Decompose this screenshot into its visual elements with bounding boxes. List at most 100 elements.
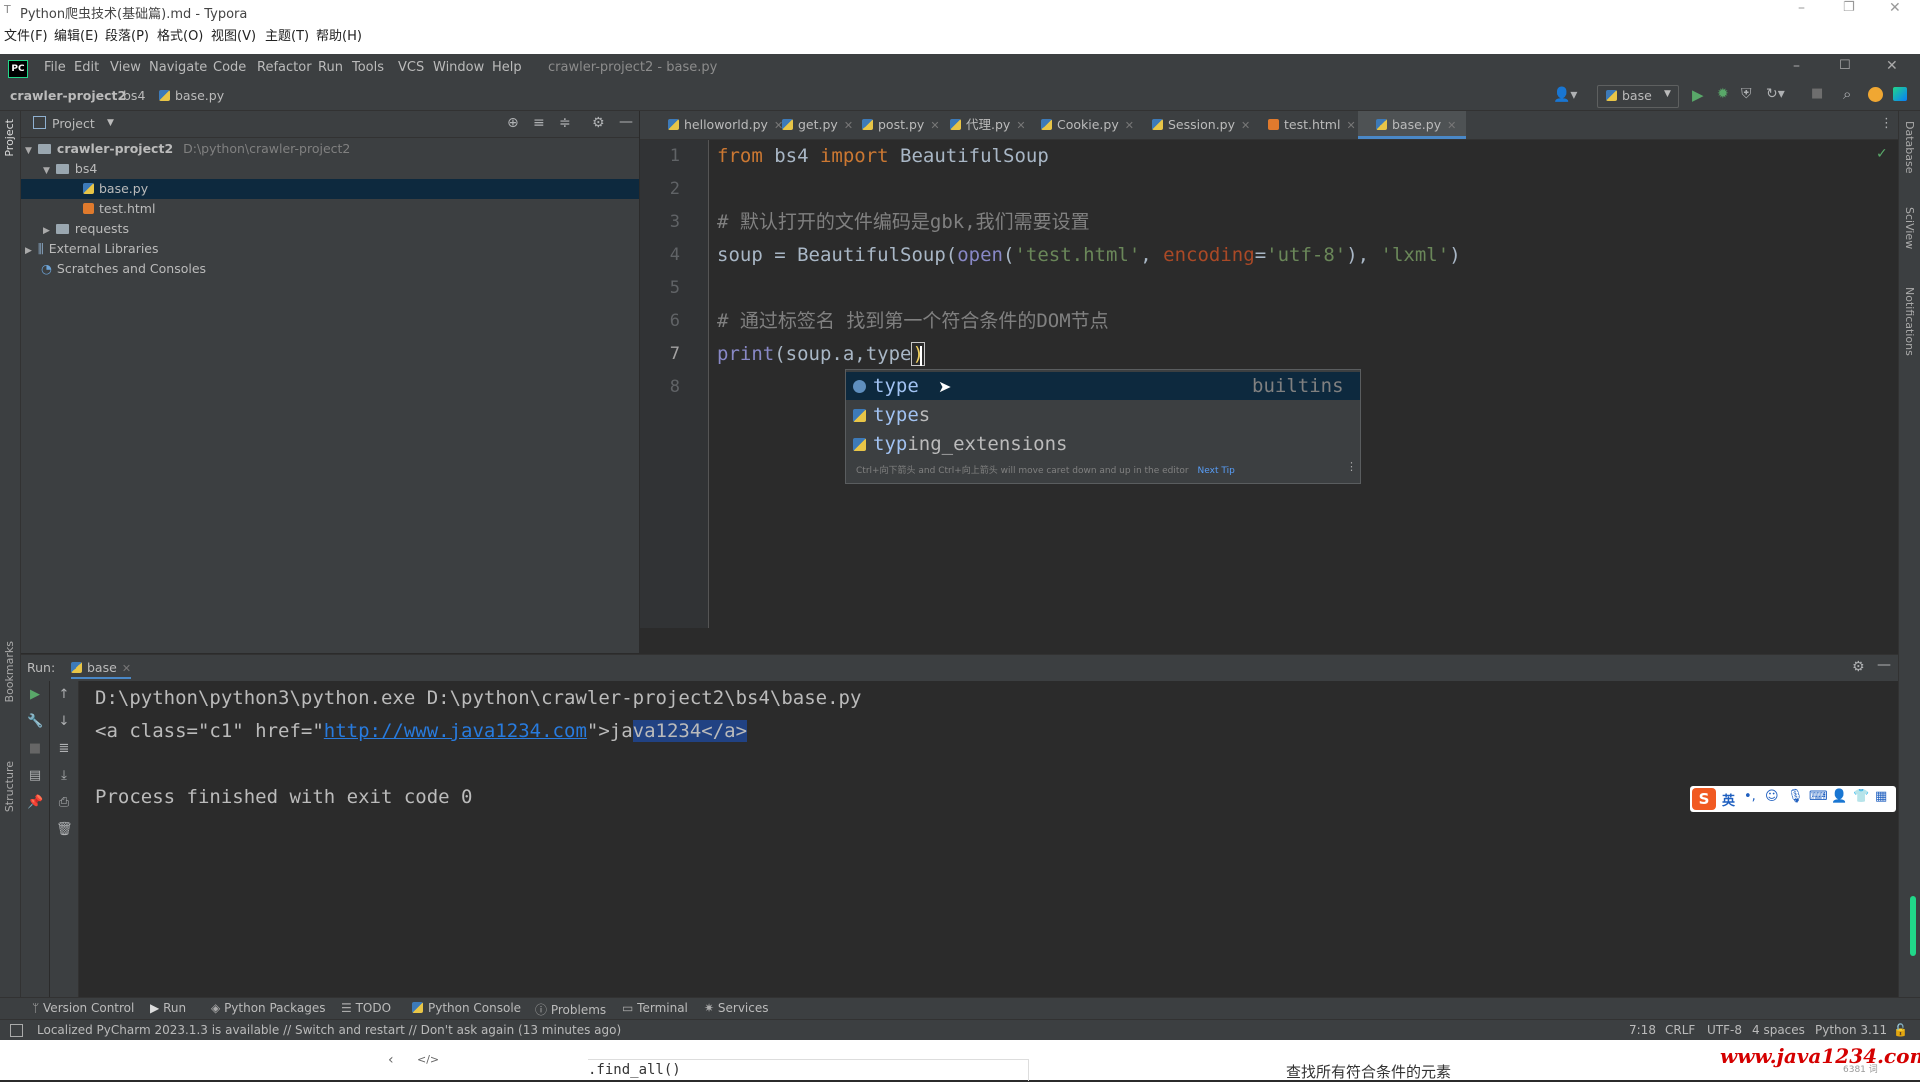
completion-item[interactable]: typing_extensions bbox=[846, 430, 1360, 458]
arrow-up-icon[interactable]: ↑ bbox=[56, 687, 72, 703]
close-icon[interactable]: ✕ bbox=[1241, 119, 1250, 132]
tab-session[interactable]: Session.py ✕ bbox=[1134, 111, 1250, 139]
menu-edit[interactable]: Edit bbox=[74, 60, 99, 75]
typora-menu-help[interactable]: 帮助(H) bbox=[316, 25, 362, 44]
chevron-down-icon[interactable]: ▼ bbox=[107, 118, 114, 128]
close-icon[interactable]: ✕ bbox=[1346, 119, 1355, 132]
close-icon[interactable]: ✕ bbox=[1447, 119, 1456, 132]
menu-tools[interactable]: Tools bbox=[352, 60, 384, 75]
hide-panel-icon[interactable]: — bbox=[1877, 657, 1891, 673]
menu-vcs[interactable]: VCS bbox=[398, 60, 424, 75]
bookmarks-tool-label[interactable]: Bookmarks bbox=[3, 641, 16, 702]
scrollbar-thumb[interactable] bbox=[1910, 896, 1916, 956]
stop-icon[interactable]: ■ bbox=[1811, 86, 1823, 101]
run-config-select[interactable]: base ▼ bbox=[1597, 85, 1679, 108]
wrench-icon[interactable]: 🔧 bbox=[27, 714, 43, 730]
gear-icon[interactable]: ⚙ bbox=[592, 115, 605, 131]
tab-base-active[interactable]: base.py ✕ bbox=[1358, 111, 1467, 139]
grid-icon[interactable]: ▦ bbox=[1875, 789, 1887, 804]
debug-icon[interactable]: ✹ bbox=[1717, 86, 1729, 102]
tab-post[interactable]: post.py ✕ bbox=[844, 111, 940, 139]
menu-code[interactable]: Code bbox=[213, 60, 246, 75]
caret-position[interactable]: 7:18 bbox=[1629, 1023, 1656, 1037]
plugin-icon[interactable] bbox=[1893, 87, 1907, 101]
file-encoding[interactable]: UTF-8 bbox=[1707, 1023, 1742, 1037]
emoji-icon[interactable]: ☺ bbox=[1765, 789, 1779, 804]
typora-menu-theme[interactable]: 主题(T) bbox=[265, 25, 309, 44]
search-icon[interactable]: ⌕ bbox=[1843, 85, 1851, 103]
trash-icon[interactable]: 🗑 bbox=[56, 822, 73, 838]
layout-icon[interactable]: ▤ bbox=[27, 768, 43, 784]
breadcrumb-folder[interactable]: bs4 bbox=[123, 88, 145, 103]
tree-item-bs4[interactable]: ▼ bs4 bbox=[43, 159, 97, 179]
tool-tab-todo[interactable]: ☰ TODO bbox=[341, 1001, 391, 1015]
tool-tab-run[interactable]: ▶ Run bbox=[150, 1001, 186, 1015]
more-tabs-icon[interactable]: ⋮ bbox=[1880, 116, 1893, 131]
tool-tab-python-packages[interactable]: ◈ Python Packages bbox=[211, 1001, 325, 1015]
run-tab-base[interactable]: base ✕ bbox=[71, 660, 132, 679]
menu-help[interactable]: Help bbox=[492, 60, 522, 75]
collapse-all-icon[interactable]: ≑ bbox=[559, 115, 571, 131]
pin-icon[interactable]: 📌 bbox=[27, 795, 43, 811]
close-icon[interactable]: ✕ bbox=[1886, 58, 1898, 74]
run-icon[interactable]: ▶ bbox=[1692, 86, 1704, 104]
typora-menu-view[interactable]: 视图(V) bbox=[211, 25, 256, 44]
sciview-tool-label[interactable]: SciView bbox=[1903, 207, 1916, 249]
rerun-icon[interactable]: ▶ bbox=[27, 687, 43, 703]
database-tool-label[interactable]: Database bbox=[1903, 121, 1916, 174]
chevron-left-icon[interactable]: ‹ bbox=[388, 1052, 394, 1068]
doc-table-cell-left[interactable]: .find_all() bbox=[588, 1062, 681, 1078]
tab-cookie[interactable]: Cookie.py ✕ bbox=[1023, 111, 1134, 139]
tree-item-scratches[interactable]: ◔ Scratches and Consoles bbox=[41, 259, 206, 279]
doc-table-cell-right[interactable]: 查找所有符合条件的元素 bbox=[1286, 1061, 1451, 1082]
tree-item-requests[interactable]: ▶ requests bbox=[43, 219, 129, 239]
more-options-icon[interactable]: ⋮ bbox=[1346, 460, 1357, 473]
skin-icon[interactable]: 👕 bbox=[1853, 789, 1869, 804]
arrow-down-icon[interactable]: ↓ bbox=[56, 714, 72, 730]
tab-test-html[interactable]: test.html ✕ bbox=[1250, 111, 1356, 139]
completion-item[interactable]: types bbox=[846, 401, 1360, 429]
next-tip-link[interactable]: Next Tip bbox=[1198, 466, 1235, 476]
locate-icon[interactable]: ⊕ bbox=[507, 115, 519, 131]
status-toggle-icon[interactable] bbox=[10, 1024, 23, 1037]
structure-tool-label[interactable]: Structure bbox=[3, 761, 16, 812]
tool-tab-version-control[interactable]: ᛘ Version Control bbox=[32, 1001, 134, 1015]
source-code-icon[interactable]: </> bbox=[417, 1053, 439, 1066]
hide-panel-icon[interactable]: — bbox=[619, 114, 633, 130]
menu-view[interactable]: View bbox=[110, 60, 141, 75]
minimize-icon[interactable]: – bbox=[1798, 0, 1805, 16]
expand-all-icon[interactable]: ≡ bbox=[533, 115, 545, 131]
breadcrumb-project[interactable]: crawler-project2 bbox=[10, 88, 126, 103]
tab-proxy[interactable]: 代理.py ✕ bbox=[932, 111, 1026, 139]
line-separator[interactable]: CRLF bbox=[1665, 1023, 1695, 1037]
menu-navigate[interactable]: Navigate bbox=[149, 60, 207, 75]
close-icon[interactable]: ✕ bbox=[1889, 0, 1901, 16]
tool-tab-problems[interactable]: ⓘ Problems bbox=[535, 1001, 606, 1018]
tab-get[interactable]: get.py ✕ bbox=[764, 111, 853, 139]
coverage-icon[interactable]: ⛨ bbox=[1741, 86, 1752, 102]
python-interpreter[interactable]: Python 3.11 bbox=[1815, 1023, 1887, 1037]
sogou-logo-icon[interactable]: S bbox=[1692, 788, 1716, 810]
keyboard-icon[interactable]: ⌨ bbox=[1809, 789, 1828, 804]
indent-setting[interactable]: 4 spaces bbox=[1752, 1023, 1805, 1037]
tool-tab-terminal[interactable]: ▭ Terminal bbox=[622, 1001, 688, 1015]
profile-icon[interactable]: ↻▾ bbox=[1766, 86, 1785, 102]
tree-item-base-py[interactable]: base.py bbox=[21, 179, 639, 199]
maximize-icon[interactable]: ☐ bbox=[1839, 58, 1851, 73]
typora-menu-edit[interactable]: 编辑(E) bbox=[54, 25, 98, 44]
menu-refactor[interactable]: Refactor bbox=[257, 60, 312, 75]
project-tool-label[interactable]: Project bbox=[3, 119, 16, 157]
notifications-tool-label[interactable]: Notifications bbox=[1903, 287, 1916, 356]
output-link[interactable]: http://www.java1234.com bbox=[324, 720, 587, 742]
update-icon[interactable] bbox=[1868, 87, 1883, 102]
soft-wrap-icon[interactable]: ≣ bbox=[56, 741, 72, 757]
lock-icon[interactable]: 🔓 bbox=[1893, 1023, 1908, 1037]
typora-menu-format[interactable]: 格式(O) bbox=[157, 25, 203, 44]
menu-window[interactable]: Window bbox=[433, 60, 484, 75]
tree-item-root[interactable]: ▼ crawler-project2 D:\python\crawler-proj… bbox=[25, 139, 350, 159]
tool-tab-python-console[interactable]: Python Console bbox=[412, 1001, 521, 1015]
user-icon[interactable]: 👤▾ bbox=[1553, 87, 1577, 103]
status-message[interactable]: Localized PyCharm 2023.1.3 is available … bbox=[37, 1023, 621, 1037]
tool-tab-services[interactable]: ✷ Services bbox=[704, 1001, 769, 1015]
ime-language[interactable]: 英 bbox=[1722, 790, 1735, 809]
